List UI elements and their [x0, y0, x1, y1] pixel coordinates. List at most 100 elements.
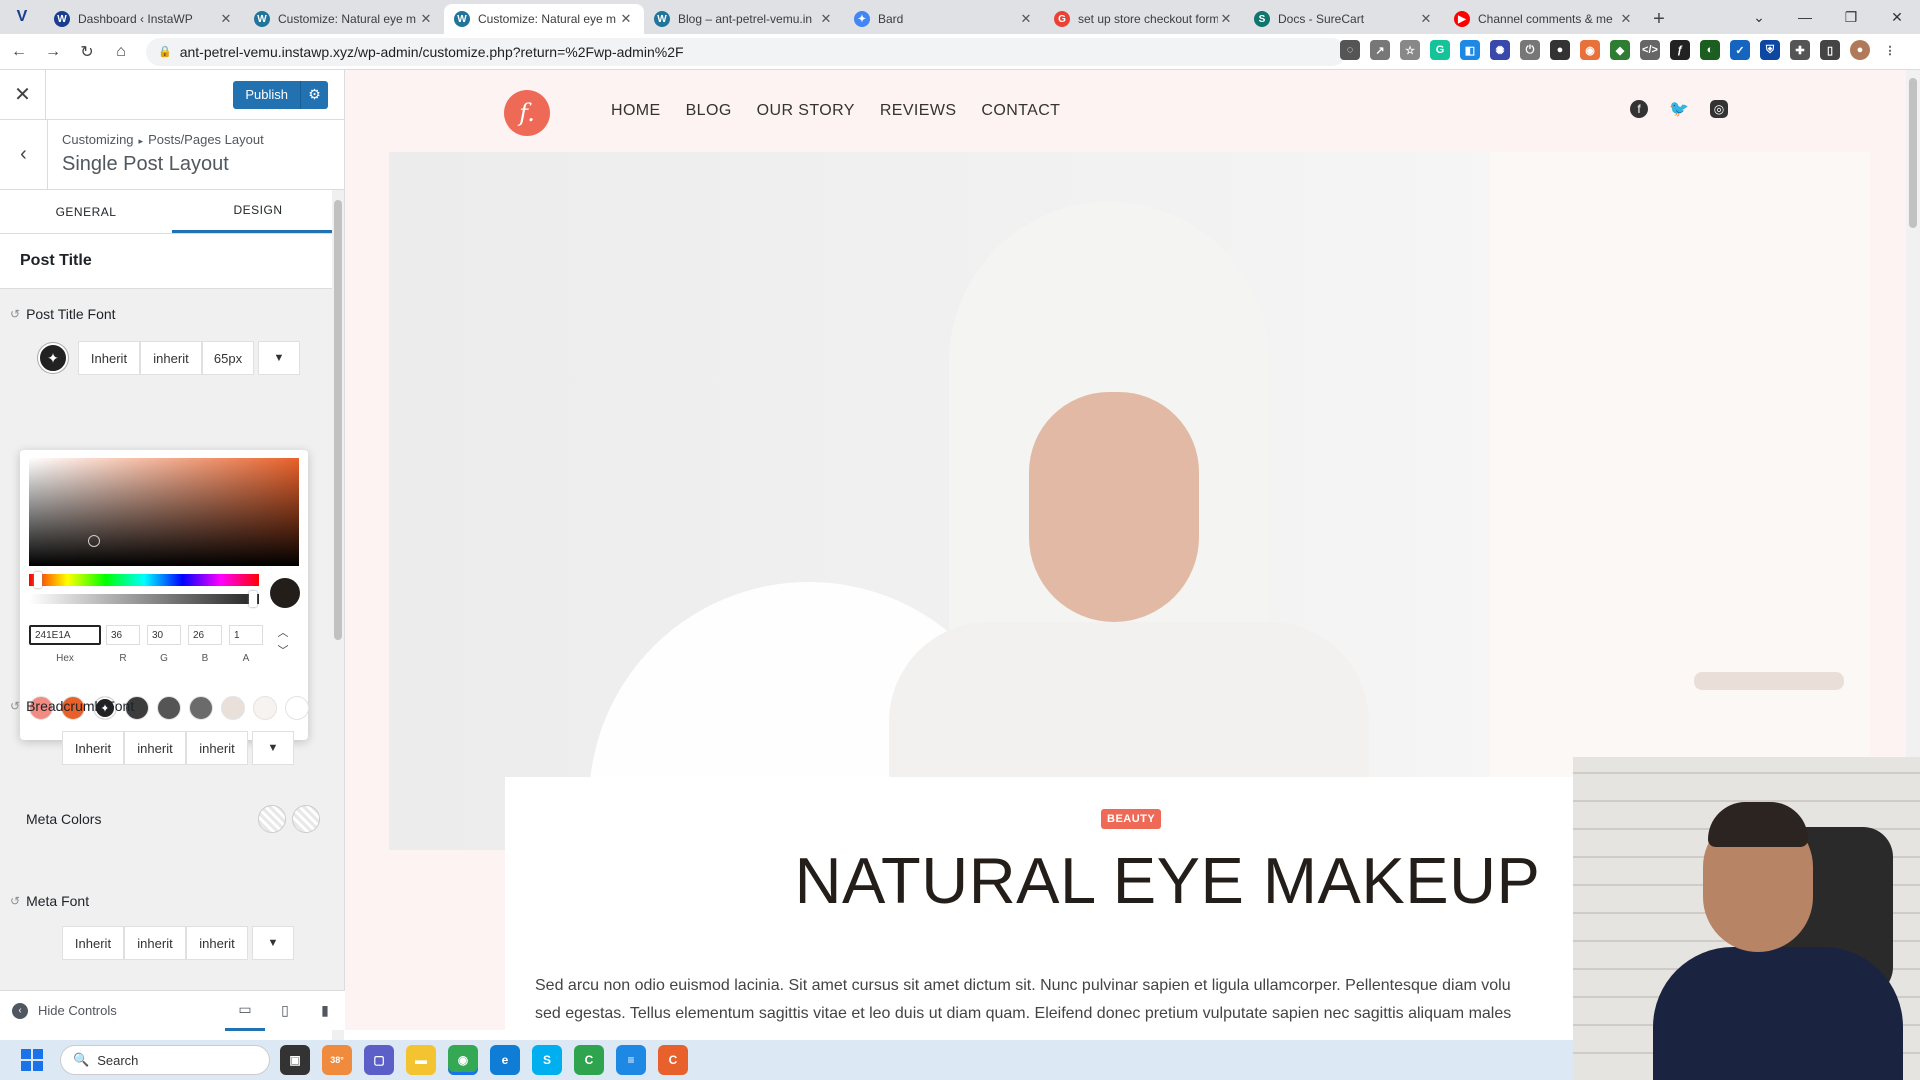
scrollbar-thumb[interactable] [1909, 78, 1917, 228]
publish-button[interactable]: Publish [233, 80, 300, 109]
new-tab-button[interactable]: + [1644, 4, 1674, 34]
forward-icon[interactable]: → [38, 37, 68, 67]
minimize-icon[interactable]: — [1782, 0, 1828, 34]
alpha-slider-handle[interactable] [249, 591, 257, 607]
nav-contact[interactable]: CONTACT [981, 102, 1060, 120]
input-mode-toggle[interactable]: ︿ ﹀ [276, 624, 290, 660]
color-swatch-button[interactable]: ✦ [38, 343, 68, 373]
extension-icon[interactable]: ◆ [1610, 40, 1630, 60]
font-family-select[interactable]: Inherit [78, 341, 140, 375]
taskbar-search[interactable]: 🔍 Search [60, 1045, 270, 1075]
tab-close-icon[interactable]: ✕ [818, 11, 834, 27]
nav-our-story[interactable]: OUR STORY [757, 102, 855, 120]
bookmark-star-icon[interactable]: ☆ [1400, 40, 1420, 60]
tab-close-icon[interactable]: ✕ [1018, 11, 1034, 27]
tab-general[interactable]: GENERAL [0, 190, 172, 233]
meta-hover-color-swatch[interactable] [292, 805, 320, 833]
grammarly-extension-icon[interactable]: G [1430, 40, 1450, 60]
browser-tab-active[interactable]: W Customize: Natural eye m ✕ [444, 4, 644, 34]
font-weight-select[interactable]: inherit [124, 926, 186, 960]
saturation-area[interactable] [29, 458, 299, 566]
browser-tab[interactable]: W Customize: Natural eye m ✕ [244, 4, 444, 34]
red-input[interactable]: 36 [106, 625, 140, 645]
font-size-input[interactable]: inherit [186, 731, 248, 765]
meta-color-swatch[interactable] [258, 805, 286, 833]
tab-close-icon[interactable]: ✕ [218, 11, 234, 27]
alpha-input[interactable]: 1 [229, 625, 263, 645]
extension-icon[interactable]: ◐ [1700, 40, 1720, 60]
file-explorer-icon[interactable]: ▬ [406, 1045, 436, 1075]
url-field[interactable]: 🔒 ant-petrel-vemu.instawp.xyz/wp-admin/c… [146, 37, 1346, 66]
chrome-icon[interactable]: ◉ [448, 1045, 478, 1075]
reset-icon[interactable]: ↺ [10, 894, 20, 908]
menu-dots-icon[interactable]: ⋮ [1880, 40, 1900, 60]
font-weight-select[interactable]: inherit [124, 731, 186, 765]
browser-tab[interactable]: W Blog – ant-petrel-vemu.in ✕ [644, 4, 844, 34]
weather-icon[interactable]: 38° [322, 1045, 352, 1075]
font-options-dropdown-icon[interactable]: ▼ [258, 341, 300, 375]
chevron-down-icon[interactable]: ﹀ [276, 642, 290, 660]
mobile-preview-icon[interactable]: ▮ [305, 991, 345, 1031]
hue-slider-handle[interactable] [34, 572, 42, 588]
back-chevron-icon[interactable]: ‹ [0, 120, 48, 189]
side-panel-icon[interactable]: ▯ [1820, 40, 1840, 60]
browser-tab[interactable]: G set up store checkout form ✕ [1044, 4, 1244, 34]
share-icon[interactable]: ↗ [1370, 40, 1390, 60]
font-options-dropdown-icon[interactable]: ▼ [252, 731, 294, 765]
app-icon[interactable]: C [658, 1045, 688, 1075]
font-family-select[interactable]: Inherit [62, 731, 124, 765]
twitter-icon[interactable]: 🐦 [1669, 100, 1689, 118]
green-input[interactable]: 30 [147, 625, 181, 645]
edge-icon[interactable]: e [490, 1045, 520, 1075]
browser-tab[interactable]: W Dashboard ‹ InstaWP ✕ [44, 4, 244, 34]
chevron-up-icon[interactable]: ︿ [276, 624, 290, 642]
font-family-select[interactable]: Inherit [62, 926, 124, 960]
font-weight-select[interactable]: inherit [140, 341, 202, 375]
extension-icon[interactable]: ◧ [1460, 40, 1480, 60]
browser-tab[interactable]: S Docs - SureCart ✕ [1244, 4, 1444, 34]
browser-tab[interactable]: ✦ Bard ✕ [844, 4, 1044, 34]
restore-icon[interactable]: ❐ [1828, 0, 1874, 34]
tab-close-icon[interactable]: ✕ [1618, 11, 1634, 27]
tab-design[interactable]: DESIGN [172, 190, 344, 233]
category-badge[interactable]: BEAUTY [1101, 809, 1162, 829]
hide-controls-button[interactable]: ‹ Hide Controls [0, 1002, 225, 1019]
blue-input[interactable]: 26 [188, 625, 222, 645]
tab-close-icon[interactable]: ✕ [1218, 11, 1234, 27]
font-options-dropdown-icon[interactable]: ▼ [252, 926, 294, 960]
tab-close-icon[interactable]: ✕ [1418, 11, 1434, 27]
camtasia-icon[interactable]: C [574, 1045, 604, 1075]
publish-settings-gear-icon[interactable]: ⚙ [300, 80, 328, 109]
nav-reviews[interactable]: REVIEWS [880, 102, 957, 120]
profile-avatar-icon[interactable]: ● [1850, 40, 1870, 60]
notepad-icon[interactable]: ≡ [616, 1045, 646, 1075]
back-icon[interactable]: ← [4, 37, 34, 67]
hex-input[interactable]: 241E1A [29, 625, 101, 645]
saturation-handle[interactable] [88, 535, 100, 547]
task-view-icon[interactable]: ▣ [280, 1045, 310, 1075]
alpha-slider[interactable] [29, 594, 259, 604]
sidebar-scrollbar[interactable] [332, 190, 344, 1050]
scrollbar-thumb[interactable] [334, 200, 342, 640]
reset-icon[interactable]: ↺ [10, 699, 20, 713]
vivaldi-logo-icon[interactable]: V [0, 0, 44, 34]
reload-icon[interactable]: ↻ [72, 37, 102, 67]
instagram-icon[interactable]: ◎ [1710, 100, 1728, 118]
shield-extension-icon[interactable]: ⛨ [1760, 40, 1780, 60]
reset-icon[interactable]: ↺ [10, 307, 20, 321]
extension-icon[interactable]: ✺ [1490, 40, 1510, 60]
tab-close-icon[interactable]: ✕ [418, 11, 434, 27]
font-size-input[interactable]: 65px [202, 341, 254, 375]
teams-icon[interactable]: ▢ [364, 1045, 394, 1075]
nav-blog[interactable]: BLOG [686, 102, 732, 120]
hue-slider[interactable] [29, 574, 259, 586]
font-extension-icon[interactable]: ƒ [1670, 40, 1690, 60]
power-extension-icon[interactable]: ⏻ [1520, 40, 1540, 60]
extension-icon[interactable]: ◉ [1580, 40, 1600, 60]
tab-close-icon[interactable]: ✕ [618, 11, 634, 27]
eye-off-icon[interactable]: ◌ [1340, 40, 1360, 60]
font-size-input[interactable]: inherit [186, 926, 248, 960]
windows-start-icon[interactable] [14, 1042, 50, 1078]
facebook-icon[interactable]: f [1630, 100, 1648, 118]
home-icon[interactable]: ⌂ [106, 37, 136, 67]
